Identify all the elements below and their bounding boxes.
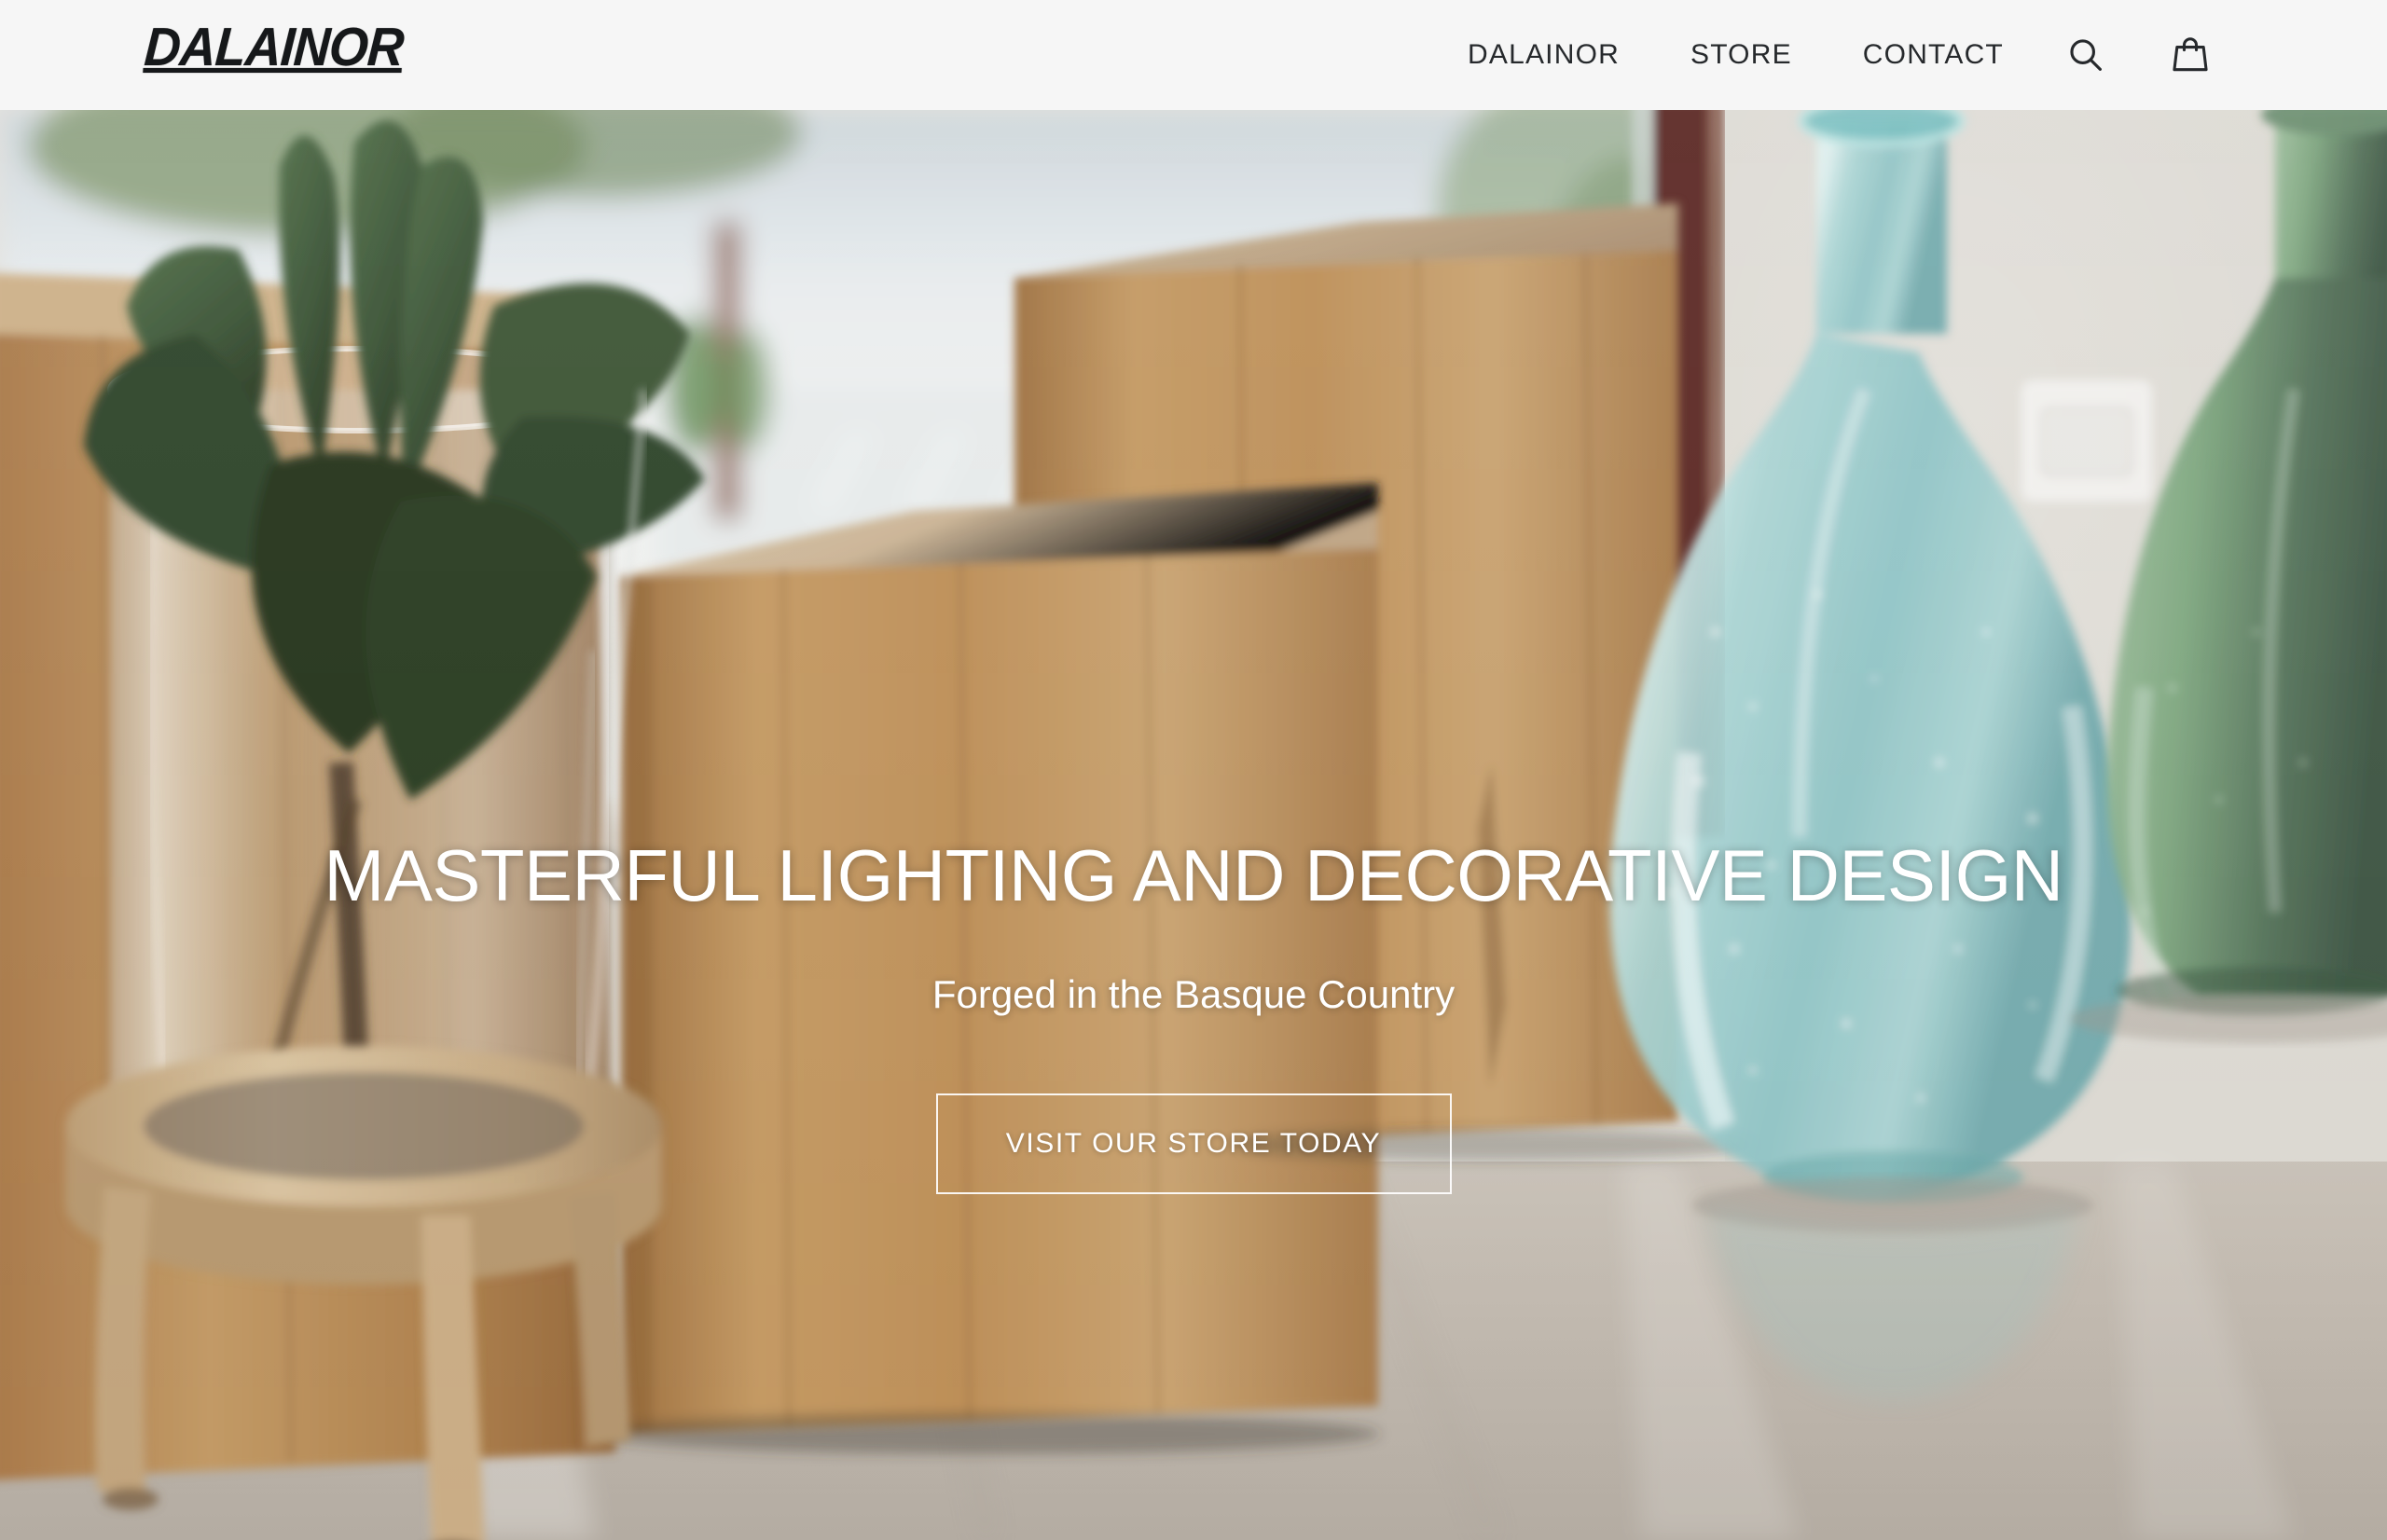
hero-background-image — [0, 110, 2387, 1540]
site-header: DALAINOR DALAINOR STORE CONTACT — [0, 0, 2387, 110]
nav-item-store[interactable]: STORE — [1655, 0, 1828, 110]
hero-cta-container: VISIT OUR STORE TODAY — [0, 1093, 2387, 1194]
hero-section: MASTERFUL LIGHTING AND DECORATIVE DESIGN… — [0, 110, 2387, 1540]
main-navigation: DALAINOR STORE CONTACT — [1432, 0, 2039, 110]
shopping-bag-icon[interactable] — [2166, 31, 2215, 79]
nav-item-contact[interactable]: CONTACT — [1828, 0, 2039, 110]
visit-store-button[interactable]: VISIT OUR STORE TODAY — [935, 1093, 1452, 1194]
nav-item-dalainor[interactable]: DALAINOR — [1432, 0, 1655, 110]
brand-logo[interactable]: DALAINOR — [143, 17, 405, 77]
search-icon[interactable] — [2062, 31, 2110, 79]
header-icon-group — [2062, 0, 2215, 110]
